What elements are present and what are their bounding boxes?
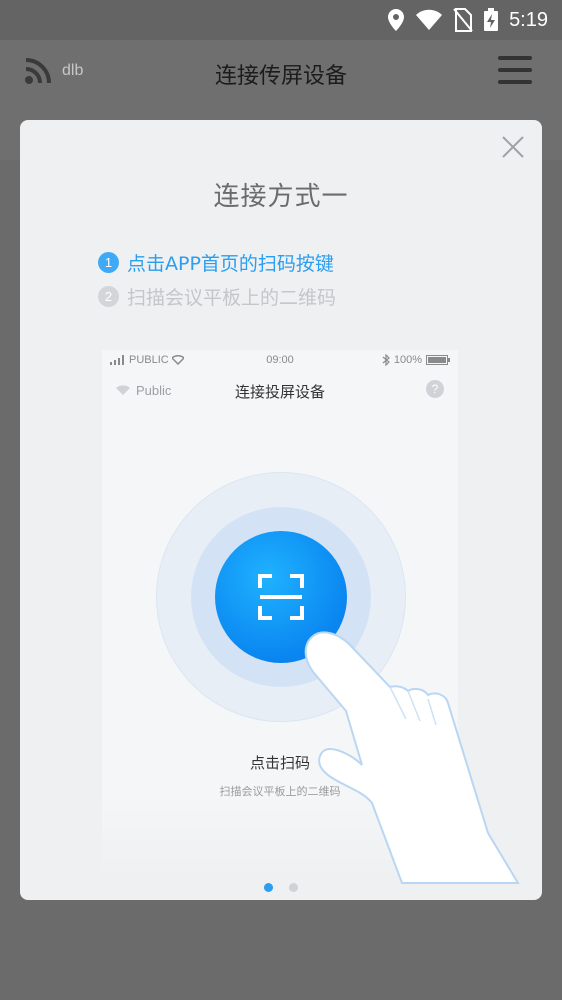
phone-status-bar: PUBLIC 09:00 100%: [102, 350, 458, 372]
step-text: 点击APP首页的扫码按键: [127, 253, 334, 275]
menu-button[interactable]: [498, 56, 532, 84]
location-icon: [388, 9, 405, 31]
phone-battery-label: 100%: [393, 354, 422, 366]
status-bar: 5:19: [0, 0, 562, 40]
app-bar: dlb 连接传屏设备: [0, 40, 562, 104]
guide-dialog: 连接方式一 1 点击APP首页的扫码按键 2 扫描会议平板上的二维码 PUBLI…: [20, 120, 542, 900]
battery-charging-icon: [484, 8, 499, 31]
phone-title: 连接投屏设备: [234, 383, 325, 401]
battery-icon: [426, 355, 450, 365]
dialog-title: 连接方式一: [213, 182, 349, 212]
page-dot-2[interactable]: [289, 883, 298, 892]
bluetooth-icon: [382, 354, 390, 366]
pointing-hand-icon: [304, 631, 520, 884]
no-sim-icon: [453, 8, 473, 32]
help-icon: ?: [426, 380, 444, 398]
step-2: 2 扫描会议平板上的二维码: [98, 283, 336, 310]
pagination-dots: [20, 883, 542, 892]
close-icon[interactable]: [500, 134, 526, 160]
step-text: 扫描会议平板上的二维码: [127, 287, 337, 309]
step-1: 1 点击APP首页的扫码按键: [98, 249, 334, 276]
step-number: 1: [98, 252, 119, 273]
page-dot-1[interactable]: [264, 883, 273, 892]
wifi-icon: [416, 9, 443, 30]
step-number: 2: [98, 286, 119, 307]
status-time: 5:19: [509, 8, 548, 31]
page-title: 连接传屏设备: [214, 64, 347, 89]
scan-icon: [258, 574, 304, 620]
